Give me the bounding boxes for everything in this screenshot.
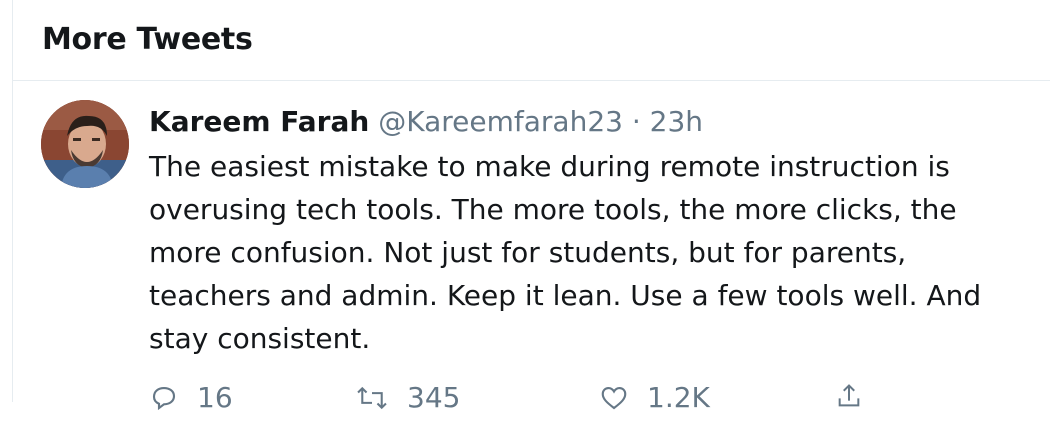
tweet-body: Kareem Farah @Kareemfarah23 · 23h The ea…	[149, 103, 1039, 360]
more-tweets-panel: More Tweets Kareem Farah @Kareemfarah23 …	[12, 0, 1050, 414]
tweet-time[interactable]: 23h	[650, 105, 703, 138]
meta-separator: ·	[631, 105, 641, 138]
tweet-text: The easiest mistake to make during remot…	[149, 150, 982, 355]
author-name[interactable]: Kareem Farah	[149, 105, 369, 138]
tweet-meta: Kareem Farah @Kareemfarah23 · 23h	[149, 103, 1039, 141]
reply-count: 16	[197, 381, 233, 414]
author-handle[interactable]: @Kareemfarah23	[378, 105, 623, 138]
heart-icon	[601, 386, 627, 409]
avatar[interactable]	[41, 100, 129, 188]
reply-button[interactable]: 16	[149, 381, 233, 414]
retweet-icon	[357, 386, 387, 409]
like-button[interactable]: 1.2K	[599, 381, 710, 414]
like-count: 1.2K	[647, 381, 710, 414]
panel-title: More Tweets	[42, 21, 253, 57]
reply-icon	[152, 386, 176, 410]
tweet[interactable]: Kareem Farah @Kareemfarah23 · 23h The ea…	[13, 81, 1050, 414]
share-icon	[838, 384, 860, 407]
panel-header: More Tweets	[13, 0, 1050, 81]
tweet-actions: 16 345 1.2K	[149, 381, 949, 421]
avatar-image	[41, 100, 129, 188]
retweet-count: 345	[407, 381, 461, 414]
share-button[interactable]	[835, 381, 881, 411]
retweet-button[interactable]: 345	[355, 381, 460, 414]
